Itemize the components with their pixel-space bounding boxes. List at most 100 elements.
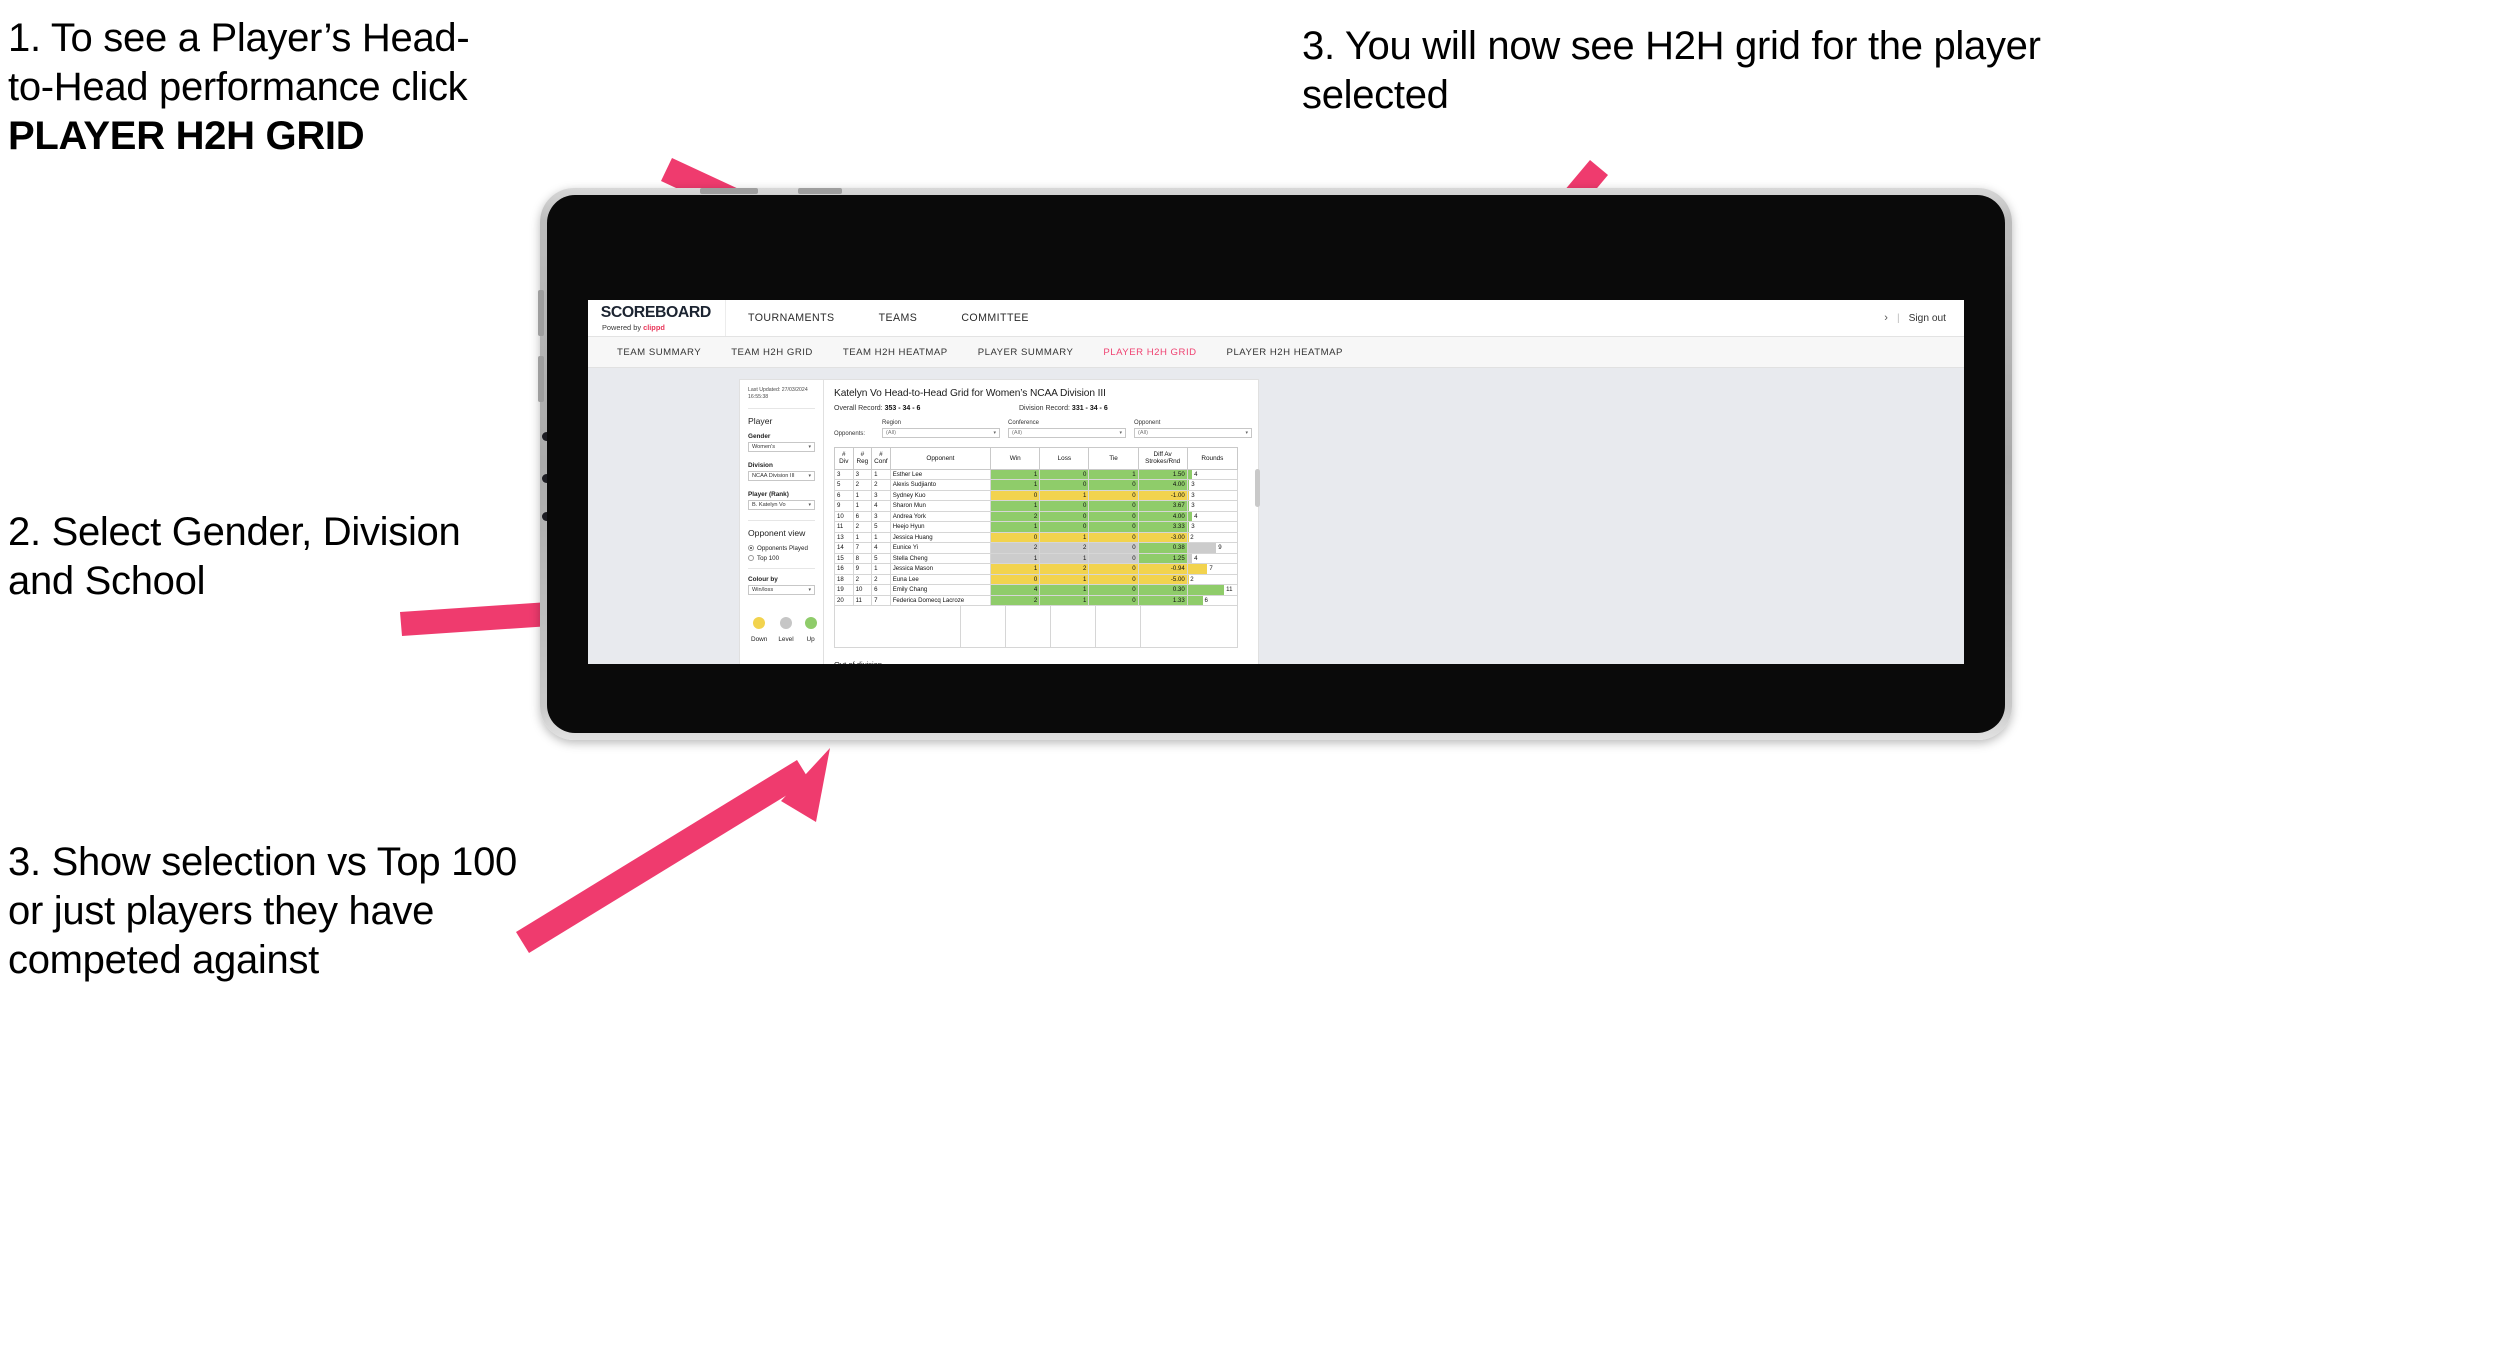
cell-rounds: 3: [1186, 479, 1239, 491]
brand-name: SCOREBOARD: [600, 304, 712, 321]
cell-rounds: 4: [1186, 510, 1239, 522]
divider: [748, 407, 815, 409]
cell-reg: 8: [852, 552, 873, 564]
table-row[interactable]: 18 2 2 Euna Lee 0 1 0 -5.00 2: [834, 573, 1239, 585]
legend-swatch-up: [804, 616, 817, 629]
rounds-value: 7: [1209, 565, 1213, 573]
cell-rounds: 11: [1186, 584, 1239, 596]
col-rounds: Rounds: [1186, 446, 1239, 470]
table-row[interactable]: 9 1 4 Sharon Mun 1 0 0 3.67 3: [834, 500, 1239, 512]
brand-tagline-prefix: Powered by: [602, 323, 644, 332]
table-row[interactable]: 5 2 2 Alexis Sudjianto 1 0 0 4.00 3: [834, 479, 1239, 491]
cell-win: 1: [990, 521, 1041, 533]
nav-item-teams[interactable]: TEAMS: [857, 300, 940, 336]
tab-team-summary[interactable]: TEAM SUMMARY: [602, 347, 716, 358]
cell-div: 19: [834, 584, 854, 596]
table-row[interactable]: 16 9 1 Jessica Mason 1 2 0 -0.94 7: [834, 563, 1239, 575]
table-empty-tail: [834, 606, 1238, 648]
player-rank-value: B. Katelyn Vo: [752, 501, 786, 508]
rounds-value: 3: [1191, 502, 1195, 510]
volume-up-button[interactable]: [538, 290, 544, 336]
brand-tagline: Powered by clippd: [602, 323, 725, 332]
table-row[interactable]: 6 1 3 Sydney Kuo 0 1 0 -1.00 3: [834, 489, 1239, 501]
legend-label-level: Level: [778, 635, 794, 643]
cell-tie: 0: [1088, 521, 1139, 533]
cell-tie: 0: [1088, 489, 1139, 501]
cell-loss: 0: [1039, 521, 1090, 533]
cell-diff: 3.67: [1137, 500, 1188, 512]
filter-opponent-label: Opponent: [1134, 420, 1161, 426]
cell-conf: 7: [871, 594, 891, 606]
table-row[interactable]: 3 3 1 Esther Lee 1 0 1 1.50 4: [834, 468, 1239, 480]
player-rank-label: Player (Rank): [748, 490, 789, 498]
filter-region-select[interactable]: (All) ▾: [882, 427, 1000, 438]
gender-select[interactable]: Women's ▾: [748, 441, 815, 452]
col-tie: Tie: [1088, 446, 1139, 470]
tab-player-h2h-heatmap[interactable]: PLAYER H2H HEATMAP: [1212, 347, 1358, 358]
cell-reg: 2: [852, 521, 873, 533]
cell-win: 2: [990, 542, 1041, 554]
cell-reg: 1: [852, 500, 873, 512]
cell-rounds: 2: [1186, 573, 1239, 585]
cell-conf: 1: [871, 531, 891, 543]
legend-item-level: Level: [778, 616, 794, 643]
cell-opponent: Alexis Sudjianto: [889, 479, 992, 491]
filter-opponent-value: (All): [1138, 429, 1148, 436]
table-row[interactable]: 19 10 6 Emily Chang 4 1 0 0.30 11: [834, 584, 1239, 596]
cell-diff: 0.38: [1137, 542, 1188, 554]
filter-panel: Last Updated: 27/03/2024 16:55:38 Player…: [740, 380, 824, 664]
filter-opponent-select[interactable]: (All) ▾: [1134, 427, 1252, 438]
tab-player-h2h-grid[interactable]: PLAYER H2H GRID: [1088, 347, 1211, 358]
cell-reg: 2: [852, 479, 873, 491]
h2h-table: # Div # Reg # Conf Opponent Win Loss Tie Di…: [834, 446, 1239, 607]
filter-conference-select[interactable]: (All) ▾: [1008, 427, 1126, 438]
table-header-row: # Div # Reg # Conf Opponent Win Loss Tie Di…: [834, 446, 1239, 470]
cell-div: 10: [834, 510, 854, 522]
tail-cell: [1051, 606, 1096, 647]
volume-down-button[interactable]: [538, 356, 544, 402]
filter-region-value: (All): [886, 429, 896, 436]
annotation-1-line-2: to-Head performance click: [8, 64, 468, 109]
cell-div: 14: [834, 542, 854, 554]
tab-team-h2h-grid[interactable]: TEAM H2H GRID: [716, 347, 828, 358]
table-row[interactable]: 10 6 3 Andrea York 2 0 0 4.00 4: [834, 510, 1239, 522]
brand-logo[interactable]: SCOREBOARD Powered by clippd: [588, 300, 726, 336]
table-row[interactable]: 11 2 5 Heejo Hyun 1 0 0 3.33 3: [834, 521, 1239, 533]
chevron-right-icon[interactable]: ›: [1884, 312, 1888, 324]
app-screen: SCOREBOARD Powered by clippd TOURNAMENTS…: [588, 300, 1964, 664]
cell-div: 15: [834, 552, 854, 564]
table-row[interactable]: 14 7 4 Eunice Yi 2 2 0 0.38 9: [834, 542, 1239, 554]
cell-diff: -1.00: [1137, 489, 1188, 501]
player-rank-select[interactable]: B. Katelyn Vo ▾: [748, 499, 815, 510]
rounds-value: 3: [1191, 523, 1195, 531]
sign-out-link[interactable]: Sign out: [1909, 313, 1946, 324]
power-button[interactable]: [700, 188, 758, 194]
table-scrollbar[interactable]: [1255, 468, 1260, 507]
viz-title: Katelyn Vo Head-to-Head Grid for Women’s…: [834, 388, 1106, 399]
cell-opponent: Heejo Hyun: [889, 521, 992, 533]
mic-slot: [798, 188, 842, 194]
overall-record-value: 353 - 34 - 6: [884, 405, 921, 412]
cell-diff: -3.00: [1137, 531, 1188, 543]
table-row[interactable]: 20 11 7 Federica Domecq Lacroze 2 1 0 1.33 6: [834, 594, 1239, 606]
chevron-down-icon: ▾: [808, 472, 811, 479]
tab-player-summary[interactable]: PLAYER SUMMARY: [963, 347, 1089, 358]
rounds-bar: [1187, 585, 1225, 595]
table-row[interactable]: 13 1 1 Jessica Huang 0 1 0 -3.00 2: [834, 531, 1239, 543]
tail-cell: [961, 606, 1006, 647]
radio-opponents-played[interactable]: Opponents Played: [748, 545, 815, 552]
rounds-value: 4: [1194, 554, 1198, 562]
dashboard-body: Last Updated: 27/03/2024 16:55:38 Player…: [588, 368, 1964, 664]
tab-team-h2h-heatmap[interactable]: TEAM H2H HEATMAP: [828, 347, 963, 358]
cell-opponent: Federica Domecq Lacroze: [889, 594, 992, 606]
colour-by-select[interactable]: Win/loss ▾: [748, 584, 815, 595]
nav-item-committee[interactable]: COMMITTEE: [939, 300, 1051, 336]
nav-item-tournaments[interactable]: TOURNAMENTS: [726, 300, 857, 336]
cell-tie: 0: [1088, 510, 1139, 522]
rounds-value: 9: [1218, 544, 1222, 552]
division-select[interactable]: NCAA Division III ▾: [748, 470, 815, 481]
cell-diff: -0.94: [1137, 563, 1188, 575]
table-row[interactable]: 15 8 5 Stella Cheng 1 1 0 1.25 4: [834, 552, 1239, 564]
cell-tie: 0: [1088, 479, 1139, 491]
radio-top-100[interactable]: Top 100: [748, 555, 815, 562]
